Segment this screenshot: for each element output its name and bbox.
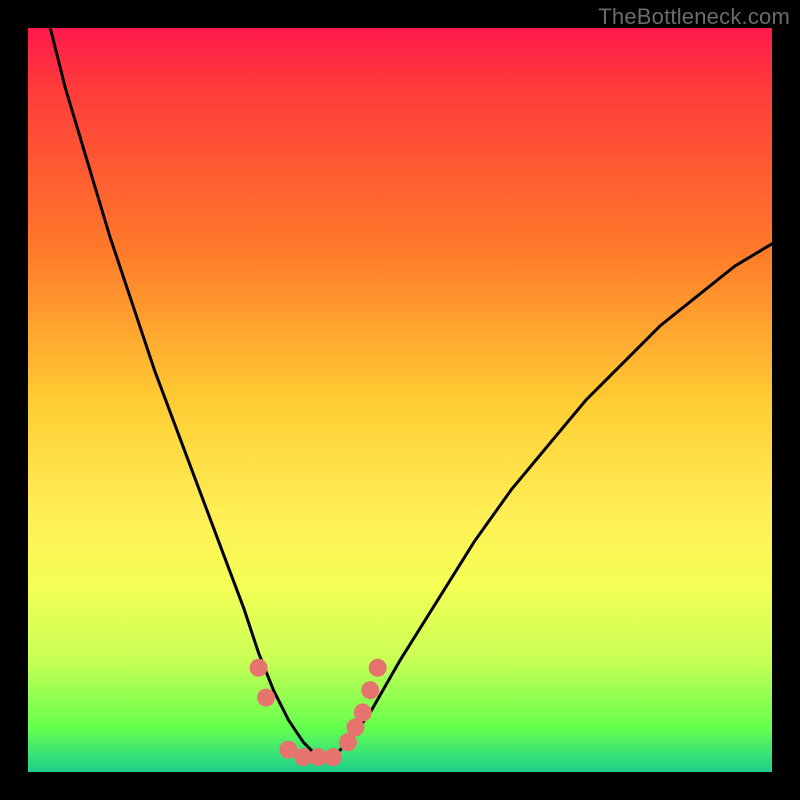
plot-area	[28, 28, 772, 772]
bottleneck-curve	[50, 28, 772, 757]
trough-marker	[354, 704, 372, 722]
trough-marker	[369, 659, 387, 677]
outer-frame: TheBottleneck.com	[0, 0, 800, 800]
trough-marker	[324, 748, 342, 766]
watermark-text: TheBottleneck.com	[598, 4, 790, 30]
trough-marker	[250, 659, 268, 677]
trough-marker	[361, 681, 379, 699]
trough-markers	[250, 659, 387, 766]
trough-marker	[257, 689, 275, 707]
curve-layer	[28, 28, 772, 772]
